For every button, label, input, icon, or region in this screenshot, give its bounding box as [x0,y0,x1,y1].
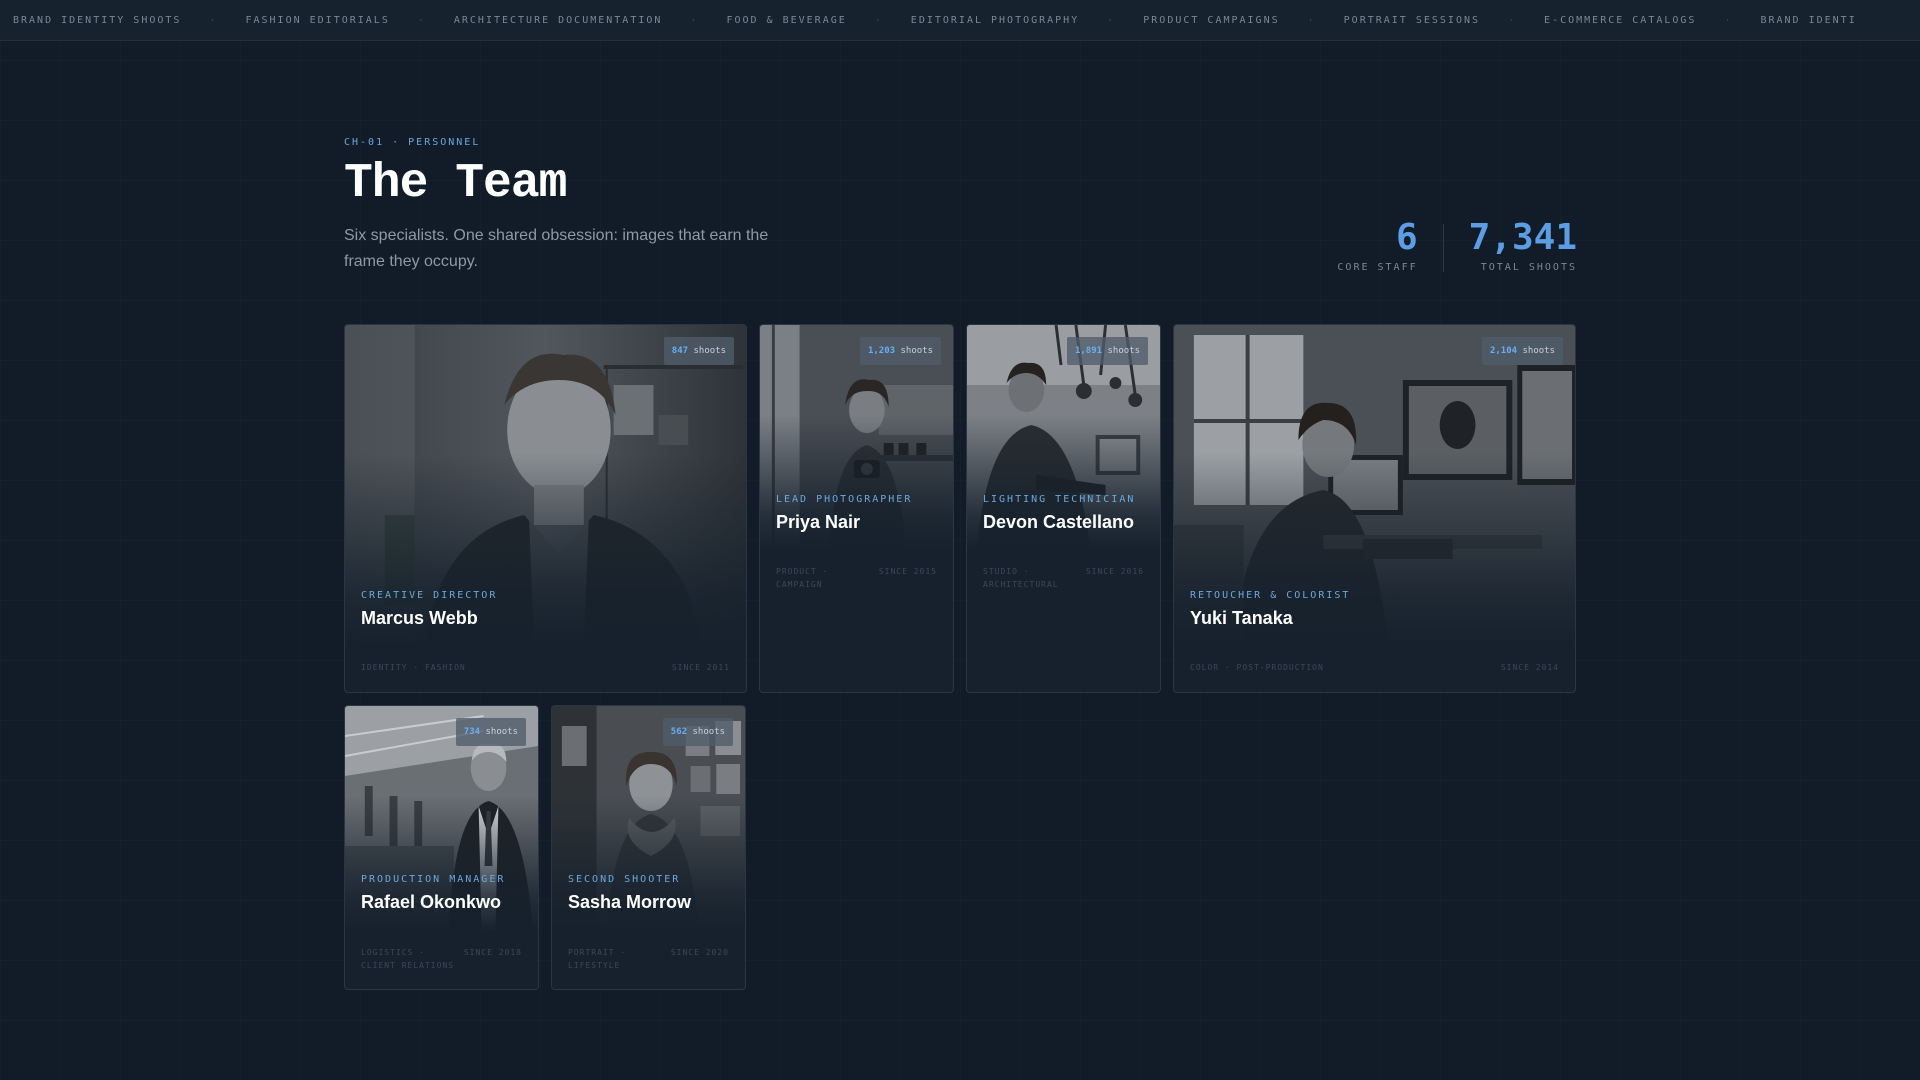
shoots-unit: shoots [1522,346,1555,356]
member-specialty: PORTRAIT · LIFESTYLE [568,948,627,970]
member-name: Rafael Okonkwo [361,892,502,912]
shoots-count: 734 [463,727,481,737]
stat-total-shoots: 7,341 TOTAL SHOOTS [1469,216,1577,273]
ticker-item: PORTRAIT SESSIONS · [1344,15,1544,26]
team-card-yuki-tanaka[interactable]: 2,104 shoots RETOUCHER & COLORIST Yuki T… [1173,324,1576,693]
member-name: Priya Nair [776,512,861,532]
member-name: Sasha Morrow [568,892,692,912]
member-meta: PRODUCT · CAMPAIGN SINCE 2015 [776,565,937,591]
member-specialty: COLOR · POST-PRODUCTION [1190,663,1324,672]
member-name: Marcus Webb [361,608,478,628]
stat-value: 6 [1395,217,1418,258]
stat-label: CORE STAFF [1337,262,1418,273]
member-name: Devon Castellano [983,512,1135,532]
shoots-count: 562 [670,727,688,737]
member-since: SINCE 2020 [670,948,729,957]
shoots-badge: 734 shoots [455,718,526,746]
member-meta: COLOR · POST-PRODUCTION SINCE 2014 [1190,661,1559,674]
ticker-label: BRAND IDENTITY SHOOTS [13,14,182,26]
member-role: SECOND SHOOTER [568,874,681,885]
ticker-item: FASHION EDITORIALS · [245,15,453,26]
member-since: SINCE 2016 [1085,567,1144,576]
ticker-separator: · [209,14,218,26]
ticker-item: BRAND IDENTI [1760,15,1856,26]
ticker-separator: · [1307,14,1316,26]
member-role: CREATIVE DIRECTOR [361,590,498,601]
ticker-item: PRODUCT CAMPAIGNS · [1143,15,1343,26]
team-card-devon-castellano[interactable]: 1,891 shoots LIGHTING TECHNICIAN Devon C… [966,324,1161,693]
ticker-item: E-COMMERCE CATALOGS · [1544,15,1760,26]
ticker-item: BRAND IDENTITY SHOOTS · [13,15,245,26]
member-meta: LOGISTICS · CLIENT RELATIONS SINCE 2018 [361,946,522,972]
member-specialty: IDENTITY · FASHION [361,663,466,672]
member-since: SINCE 2018 [463,948,522,957]
member-since: SINCE 2015 [878,567,937,576]
team-card-marcus-webb[interactable]: 847 shoots CREATIVE DIRECTOR Marcus Webb… [344,324,747,693]
shoots-unit: shoots [485,727,518,737]
shoots-count: 847 [671,346,689,356]
page-title: The Team [344,157,567,211]
stat-label: TOTAL SHOOTS [1480,262,1577,273]
ticker-separator: · [1508,14,1517,26]
ticker-label: FOOD & BEVERAGE [726,14,847,26]
page-subtitle: Six specialists. One shared obsession: i… [344,227,769,270]
member-specialty: LOGISTICS · CLIENT RELATIONS [361,948,455,970]
stat-value: 7,341 [1468,217,1577,258]
shoots-unit: shoots [693,346,726,356]
team-card-sasha-morrow[interactable]: 562 shoots SECOND SHOOTER Sasha Morrow P… [551,705,746,990]
ticker-item: FOOD & BEVERAGE · [726,15,910,26]
shoots-badge: 2,104 shoots [1481,337,1563,365]
ticker-separator: · [1107,14,1116,26]
shoots-count: 1,203 [867,346,896,356]
member-specialty: PRODUCT · CAMPAIGN [776,567,829,589]
ticker-label: PRODUCT CAMPAIGNS [1143,14,1280,26]
ticker-item: EDITORIAL PHOTOGRAPHY · [911,15,1143,26]
shoots-unit: shoots [1107,346,1140,356]
ticker-separator: · [1724,14,1733,26]
ticker-separator: · [690,14,699,26]
member-since: SINCE 2014 [1500,663,1559,672]
shoots-badge: 847 shoots [663,337,734,365]
ticker-separator: · [417,14,426,26]
member-role: RETOUCHER & COLORIST [1190,590,1351,601]
member-since: SINCE 2011 [671,663,730,672]
ticker-separator: · [874,14,883,26]
ticker-label: E-COMMERCE CATALOGS [1544,14,1697,26]
team-stats: 6 CORE STAFF 7,341 TOTAL SHOOTS [1337,216,1577,273]
category-ticker: BRAND IDENTITY SHOOTS · FASHION EDITORIAL… [0,0,1920,41]
ticker-label: EDITORIAL PHOTOGRAPHY [910,14,1080,26]
stat-core-staff: 6 CORE STAFF [1337,216,1417,273]
ticker-label: BRAND IDENTI [1760,14,1857,26]
section-eyebrow: CH-01 · PERSONNEL [344,137,481,148]
shoots-unit: shoots [900,346,933,356]
stat-divider [1442,224,1444,272]
team-card-priya-nair[interactable]: 1,203 shoots LEAD PHOTOGRAPHER Priya Nai… [759,324,954,693]
shoots-count: 1,891 [1074,346,1103,356]
member-role: PRODUCTION MANAGER [361,874,506,885]
shoots-badge: 1,203 shoots [859,337,941,365]
shoots-badge: 562 shoots [662,718,733,746]
member-meta: STUDIO · ARCHITECTURAL SINCE 2016 [983,565,1144,591]
ticker-label: PORTRAIT SESSIONS [1343,14,1481,26]
ticker-label: FASHION EDITORIALS [245,14,390,26]
member-role: LEAD PHOTOGRAPHER [776,494,913,505]
member-meta: IDENTITY · FASHION SINCE 2011 [361,661,730,674]
ticker-label: ARCHITECTURE DOCUMENTATION [453,14,663,26]
shoots-count: 2,104 [1489,346,1518,356]
ticker-item: ARCHITECTURE DOCUMENTATION · [454,15,727,26]
team-card-rafael-okonkwo[interactable]: 734 shoots PRODUCTION MANAGER Rafael Oko… [344,705,539,990]
member-specialty: STUDIO · ARCHITECTURAL [983,567,1059,589]
shoots-badge: 1,891 shoots [1066,337,1148,365]
shoots-unit: shoots [692,727,725,737]
member-name: Yuki Tanaka [1190,608,1293,628]
member-role: LIGHTING TECHNICIAN [983,494,1136,505]
member-meta: PORTRAIT · LIFESTYLE SINCE 2020 [568,946,729,972]
